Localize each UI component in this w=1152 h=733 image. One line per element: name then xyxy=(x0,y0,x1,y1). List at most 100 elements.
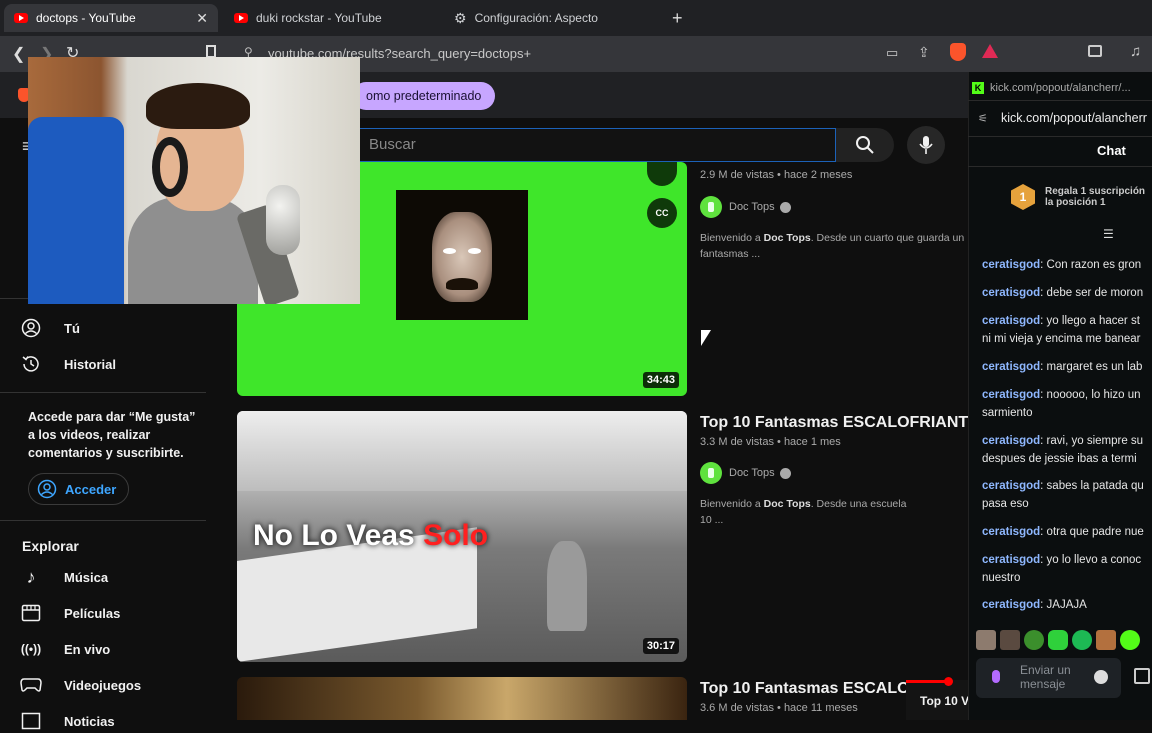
youtube-favicon-icon xyxy=(14,13,28,23)
studio-microphone-image xyxy=(266,185,300,255)
mouse-cursor-icon xyxy=(701,330,711,346)
video-description: Bienvenido a Doc Tops. Desde un cuarto q… xyxy=(700,232,965,260)
tab-doctops[interactable]: doctops - YouTube ✕ xyxy=(4,4,218,32)
chat-message: ceratisgod: yo lo llevo a conoc nuestro xyxy=(982,554,1142,584)
chat-message: ceratisgod: otra que padre nue xyxy=(982,526,1144,538)
tab-duki[interactable]: duki rockstar - YouTube xyxy=(224,4,438,32)
verified-check-icon xyxy=(779,467,791,479)
chat-message: ceratisgod: nooooo, lo hizo un sarmiento xyxy=(982,389,1141,419)
emote-icon[interactable] xyxy=(1048,630,1068,650)
music-note-icon: ♪ xyxy=(26,566,36,587)
search-input[interactable]: Buscar xyxy=(358,128,836,162)
chat-message: ceratisgod: Con razon es gron xyxy=(982,259,1142,271)
emote-icon[interactable] xyxy=(1072,630,1092,650)
chat-divider xyxy=(968,166,1152,167)
gear-icon: ⚙ xyxy=(454,9,467,26)
video-meta: 2.9 M de vistas • hace 2 meses xyxy=(700,169,853,181)
sidebar-item-music[interactable]: ♪ Música xyxy=(20,565,109,589)
chat-input-placeholder: Enviar un mensaje xyxy=(1020,663,1071,691)
microphone-icon xyxy=(919,136,933,154)
chair-image xyxy=(28,117,124,304)
site-info-icon[interactable]: ⚟ xyxy=(978,112,988,125)
back-icon[interactable]: ❮ xyxy=(12,44,25,64)
kick-logo-icon: K xyxy=(972,82,984,94)
chat-divider xyxy=(968,100,1152,101)
verified-check-icon xyxy=(779,201,791,213)
gift-icon[interactable] xyxy=(1134,668,1150,684)
video-meta: 3.6 M de vistas • hace 11 meses xyxy=(700,702,858,714)
channel-name: Doc Tops xyxy=(729,201,775,213)
channel-avatar xyxy=(700,196,722,218)
sidebar-item-label: Videojuegos xyxy=(64,677,142,693)
search-button[interactable] xyxy=(836,128,894,162)
sidebar-item-label: Música xyxy=(64,569,109,585)
video-duration: 30:17 xyxy=(642,638,679,654)
chat-message: ceratisgod: debe ser de moron xyxy=(982,287,1144,299)
sidebar-item-history[interactable]: Historial xyxy=(20,352,116,376)
thumbnail-caption: No Lo Veas Solo xyxy=(253,519,489,552)
emote-icon[interactable] xyxy=(1000,630,1020,650)
chat-message: ceratisgod: JAJAJA xyxy=(982,599,1087,611)
tab-settings[interactable]: ⚙ Configuración: Aspecto xyxy=(444,4,658,32)
chat-message: ceratisgod: margaret es un lab xyxy=(982,361,1143,373)
music-icon[interactable]: ♫ xyxy=(1130,43,1141,60)
mute-icon[interactable] xyxy=(647,162,677,186)
chat-input[interactable]: Enviar un mensaje xyxy=(976,658,1121,698)
new-tab-button[interactable]: + xyxy=(672,8,683,29)
user-circle-icon xyxy=(20,317,42,339)
explore-heading: Explorar xyxy=(22,538,79,554)
shirt-image xyxy=(128,197,258,304)
sidebar-item-gaming[interactable]: Videojuegos xyxy=(20,673,141,697)
channel-name: Doc Tops xyxy=(729,467,775,479)
sidebar-toggle-icon[interactable] xyxy=(1088,45,1102,57)
chat-heading: Chat xyxy=(1097,143,1126,158)
emote-icon[interactable] xyxy=(1024,630,1044,650)
headphones-image xyxy=(152,137,188,197)
video-thumbnail[interactable] xyxy=(237,677,687,720)
emote-icon[interactable] xyxy=(976,630,996,650)
sidebar-item-movies[interactable]: Películas xyxy=(20,601,120,625)
sidebar-item-news[interactable]: Noticias xyxy=(20,709,115,733)
sidebar-item-label: En vivo xyxy=(64,641,111,657)
channel-link[interactable]: Doc Tops xyxy=(700,196,791,218)
sidebar-item-live[interactable]: ((•)) En vivo xyxy=(20,637,110,661)
closed-captions-icon[interactable]: CC xyxy=(647,198,677,228)
mini-player-title: Top 10 V xyxy=(920,694,970,708)
emoji-icon[interactable] xyxy=(1094,670,1108,684)
gamepad-icon xyxy=(20,674,42,696)
video-meta: 3.3 M de vistas • hace 1 mes xyxy=(700,436,841,448)
emote-bar xyxy=(976,630,1152,650)
close-tab-icon[interactable]: ✕ xyxy=(196,10,208,27)
sidebar-item-label: Tú xyxy=(64,320,80,336)
microphone-icon[interactable] xyxy=(992,670,1000,683)
signin-button[interactable]: Acceder xyxy=(28,473,130,505)
default-browser-chip[interactable]: omo predeterminado xyxy=(352,82,496,110)
chat-message: ceratisgod: ravi, yo siempre su despues … xyxy=(982,435,1144,465)
emote-icon[interactable] xyxy=(1120,630,1140,650)
newspaper-icon xyxy=(20,710,42,732)
chat-message: ceratisgod: sabes la patada qu pasa eso xyxy=(982,480,1144,510)
signin-label: Acceder xyxy=(65,481,117,497)
voice-search-button[interactable] xyxy=(907,126,945,164)
video-title[interactable]: Top 10 Fantasmas ESCALOFRIANTES xyxy=(700,414,990,432)
sidebar-divider xyxy=(0,520,206,521)
history-icon xyxy=(20,353,42,375)
user-circle-icon xyxy=(37,479,57,499)
pinned-menu-icon[interactable]: ☰ xyxy=(1103,227,1114,241)
video-thumbnail[interactable]: No Lo Veas Solo 30:17 xyxy=(237,411,687,662)
video-duration: 34:43 xyxy=(642,372,679,388)
child-figure-image xyxy=(547,541,587,631)
sidebar-item-label: Películas xyxy=(64,605,121,621)
emote-icon[interactable] xyxy=(1096,630,1116,650)
sidebar-item-you[interactable]: Tú xyxy=(20,316,80,340)
popout-url: kick.com/popout/alancherr xyxy=(1001,111,1147,125)
tab-title: duki rockstar - YouTube xyxy=(256,11,382,25)
channel-link[interactable]: Doc Tops xyxy=(700,462,791,484)
video-title[interactable]: Top 10 Fantasmas ESCALOF xyxy=(700,680,919,698)
gift-leaderboard-text: Regala 1 suscripción la posición 1 xyxy=(1045,186,1146,208)
signin-prompt: Accede para dar “Me gusta” a los videos,… xyxy=(28,410,196,460)
search-icon xyxy=(856,136,874,154)
live-broadcast-icon: ((•)) xyxy=(20,642,42,656)
sidebar-item-label: Historial xyxy=(64,356,117,372)
mini-player[interactable]: Top 10 V xyxy=(906,677,970,720)
